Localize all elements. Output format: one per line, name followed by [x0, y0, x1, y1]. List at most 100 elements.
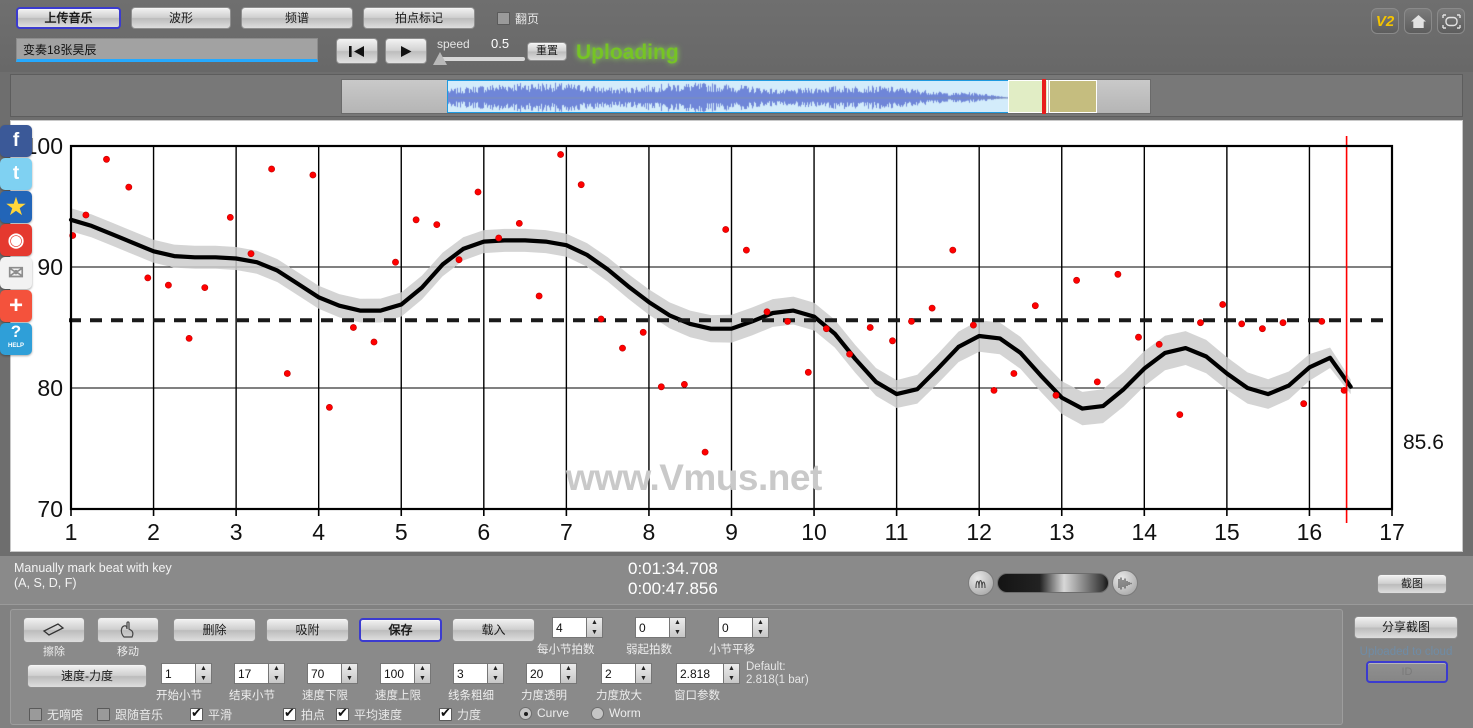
tempo-max-arrows[interactable]: ▲ ▼: [414, 663, 431, 684]
radio-worm-dot[interactable]: [591, 706, 604, 720]
dynamics-alpha-stepper[interactable]: 20 ▲ ▼: [526, 663, 577, 684]
window-param-stepper[interactable]: 2.818 ▲ ▼: [676, 663, 740, 684]
transport-controls: [336, 38, 427, 64]
svg-text:2: 2: [147, 519, 160, 545]
checkbox-beats[interactable]: 拍点: [283, 706, 325, 723]
svg-text:8: 8: [643, 519, 656, 545]
volume-slider[interactable]: [997, 573, 1109, 593]
checkbox-dynamics[interactable]: 力度: [439, 706, 481, 723]
start-bar-stepper[interactable]: 1 ▲ ▼: [161, 663, 212, 684]
speed-slider-knob[interactable]: [433, 52, 447, 65]
move-tool-button[interactable]: [97, 617, 159, 643]
line-width-value[interactable]: 3: [453, 663, 487, 684]
weibo-share-icon[interactable]: ◉: [0, 224, 32, 256]
share-snapshot-button[interactable]: 分享截图: [1354, 616, 1458, 639]
qzone-share-icon[interactable]: ★: [0, 191, 32, 223]
page-turn-checkbox-box[interactable]: [497, 11, 510, 25]
save-button[interactable]: 保存: [359, 618, 442, 642]
start-bar-arrows[interactable]: ▲ ▼: [195, 663, 212, 684]
beats-per-bar-label: 每小节拍数: [537, 644, 595, 656]
radio-curve[interactable]: Curve: [519, 706, 569, 720]
beats-per-bar-stepper[interactable]: 4 ▲ ▼: [552, 617, 603, 638]
waveform-marker-olive[interactable]: [1049, 80, 1097, 113]
svg-text:15: 15: [1214, 519, 1240, 545]
fullscreen-button[interactable]: [1437, 8, 1465, 34]
twitter-share-icon[interactable]: t: [0, 158, 32, 190]
tab-spectrum[interactable]: 频谱: [241, 7, 353, 29]
window-param-value[interactable]: 2.818: [676, 663, 723, 684]
end-bar-value[interactable]: 17: [234, 663, 268, 684]
music-volume-icon[interactable]: [968, 570, 994, 596]
beats-per-bar-arrows[interactable]: ▲ ▼: [586, 617, 603, 638]
line-width-arrows[interactable]: ▲ ▼: [487, 663, 504, 684]
checkbox-no-click-sound[interactable]: 无嘀嗒: [29, 706, 83, 723]
home-button[interactable]: [1404, 8, 1432, 34]
checkbox-follow-music-box[interactable]: [97, 708, 110, 721]
dynamics-alpha-value[interactable]: 20: [526, 663, 560, 684]
click-volume-icon[interactable]: [1112, 570, 1138, 596]
cloud-id-field[interactable]: ID: [1366, 661, 1448, 683]
tempo-min-arrows[interactable]: ▲ ▼: [341, 663, 358, 684]
waveform-selection[interactable]: [447, 80, 1009, 113]
rewind-button[interactable]: [336, 38, 378, 64]
tempo-min-stepper[interactable]: 70 ▲ ▼: [307, 663, 358, 684]
bar-shift-arrows[interactable]: ▲ ▼: [752, 617, 769, 638]
checkbox-average-tempo-box[interactable]: [336, 706, 349, 721]
waveform-strip[interactable]: [341, 79, 1151, 114]
song-title-field[interactable]: 变奏18张昊辰: [16, 38, 318, 62]
svg-text:7: 7: [560, 519, 573, 545]
checkbox-smooth[interactable]: 平滑: [190, 706, 232, 723]
version-badge[interactable]: V2: [1371, 8, 1399, 34]
dynamics-scale-stepper[interactable]: 2 ▲ ▼: [601, 663, 652, 684]
bar-shift-value[interactable]: 0: [718, 617, 752, 638]
radio-curve-dot[interactable]: [519, 706, 532, 720]
start-bar-value[interactable]: 1: [161, 663, 195, 684]
dynamics-scale-value[interactable]: 2: [601, 663, 635, 684]
checkbox-follow-music[interactable]: 跟随音乐: [97, 706, 163, 723]
bar-shift-stepper[interactable]: 0 ▲ ▼: [718, 617, 769, 638]
tempo-chart-panel[interactable]: 70 80 90 100 1 2 3 4 5 6 7 8 9 10 11 12 13 14 15 16 17 www.V…: [10, 120, 1463, 552]
window-param-arrows[interactable]: ▲ ▼: [723, 663, 740, 684]
line-width-stepper[interactable]: 3 ▲ ▼: [453, 663, 504, 684]
default-note-line2: 2.818(1 bar): [746, 674, 809, 686]
tempo-min-value[interactable]: 70: [307, 663, 341, 684]
end-bar-stepper[interactable]: 17 ▲ ▼: [234, 663, 285, 684]
radio-worm[interactable]: Worm: [591, 706, 641, 720]
checkbox-average-tempo[interactable]: 平均速度: [336, 706, 402, 723]
pickup-beats-value[interactable]: 0: [635, 617, 669, 638]
delete-button[interactable]: 删除: [173, 618, 256, 642]
speed-slider[interactable]: [433, 52, 525, 65]
rewind-icon: [349, 45, 364, 57]
snapshot-button[interactable]: 截图: [1377, 574, 1447, 594]
waveform-overview-band: [10, 74, 1463, 117]
tab-upload[interactable]: 上传音乐: [16, 7, 121, 29]
tempo-dynamics-mode-button[interactable]: 速度-力度: [27, 664, 147, 688]
help-icon[interactable]: ? HELP: [0, 323, 32, 355]
end-bar-arrows[interactable]: ▲ ▼: [268, 663, 285, 684]
checkbox-beats-box[interactable]: [283, 706, 296, 721]
dynamics-alpha-arrows[interactable]: ▲ ▼: [560, 663, 577, 684]
pickup-beats-stepper[interactable]: 0 ▲ ▼: [635, 617, 686, 638]
checkbox-no-click-sound-box[interactable]: [29, 708, 42, 721]
facebook-share-icon[interactable]: f: [0, 125, 32, 157]
waveform-playhead[interactable]: [1042, 79, 1046, 114]
play-button[interactable]: [385, 38, 427, 64]
tab-waveform[interactable]: 波形: [131, 7, 231, 29]
page-turn-checkbox[interactable]: 翻页: [497, 10, 539, 27]
dynamics-scale-arrows[interactable]: ▲ ▼: [635, 663, 652, 684]
tempo-max-stepper[interactable]: 100 ▲ ▼: [380, 663, 431, 684]
beats-per-bar-value[interactable]: 4: [552, 617, 586, 638]
email-share-icon[interactable]: ✉: [0, 257, 32, 289]
checkbox-dynamics-box[interactable]: [439, 706, 452, 721]
svg-text:12: 12: [966, 519, 992, 545]
pickup-beats-arrows[interactable]: ▲ ▼: [669, 617, 686, 638]
snap-button[interactable]: 吸附: [266, 618, 349, 642]
checkbox-smooth-box[interactable]: [190, 706, 203, 721]
svg-text:6: 6: [477, 519, 490, 545]
more-share-icon[interactable]: +: [0, 290, 32, 322]
eraser-tool-button[interactable]: [23, 617, 85, 643]
load-button[interactable]: 载入: [452, 618, 535, 642]
tempo-max-value[interactable]: 100: [380, 663, 414, 684]
tab-beat-marking[interactable]: 拍点标记: [363, 7, 475, 29]
reset-button[interactable]: 重置: [527, 42, 567, 61]
